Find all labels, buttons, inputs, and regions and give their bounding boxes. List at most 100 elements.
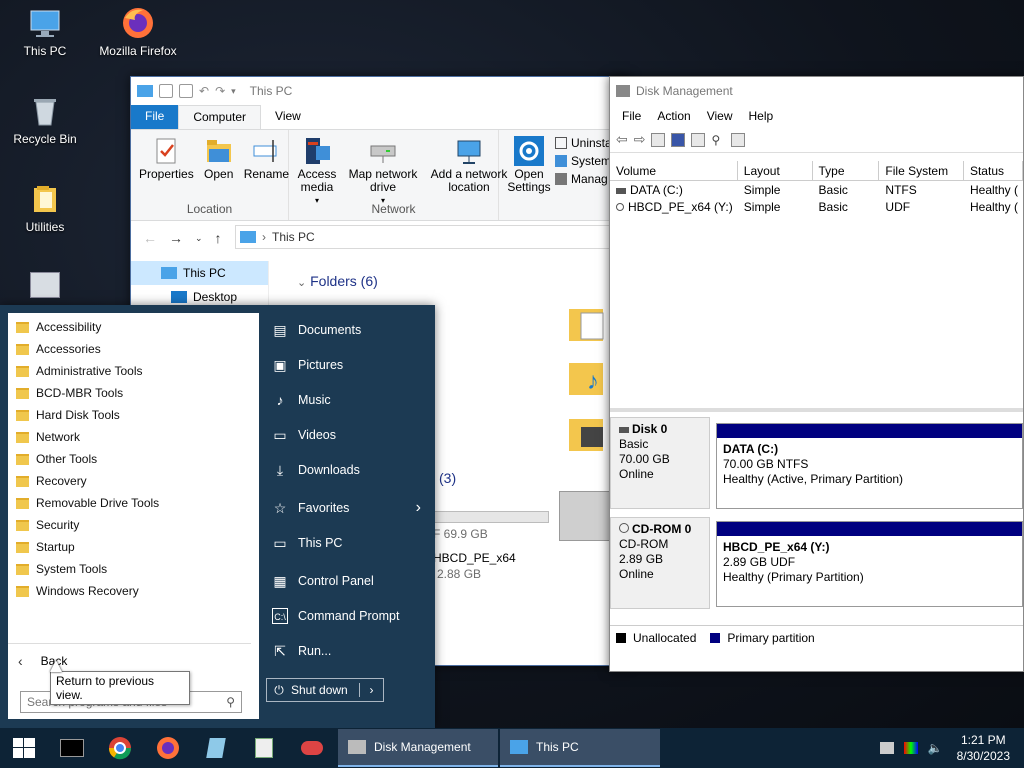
start-item-downloads[interactable]: ⤓ Downloads	[262, 452, 435, 487]
open-button[interactable]: Open	[200, 134, 238, 200]
show-hide-tree-icon[interactable]	[651, 132, 666, 147]
desktop-icon-recycle-bin[interactable]: Recycle Bin	[1, 94, 89, 146]
volume-name: DATA (C:)	[630, 182, 683, 197]
desktop-icon-this-pc[interactable]: This PC	[1, 6, 89, 58]
videos-folder-icon[interactable]	[567, 413, 607, 453]
settings-shortcut-icon[interactable]	[30, 272, 60, 298]
program-folder-item[interactable]: Startup	[8, 536, 259, 558]
dvd-drive-icon[interactable]	[559, 491, 611, 541]
back-arrow-icon[interactable]: ⇦	[616, 131, 628, 148]
taskbar-app-this-pc[interactable]: This PC	[500, 729, 660, 767]
menu-view[interactable]: View	[699, 109, 741, 123]
volume-row[interactable]: HBCD_PE_x64 (Y:) Simple Basic UDF Health…	[610, 198, 1023, 215]
taskbar-notepad-icon[interactable]	[192, 728, 240, 768]
properties-quick-icon[interactable]	[159, 84, 173, 98]
start-item-favorites[interactable]: ☆ Favorites ›	[262, 490, 435, 525]
system-item[interactable]: System	[555, 154, 612, 168]
program-folder-item[interactable]: Accessories	[8, 338, 259, 360]
disk-label[interactable]: CD-ROM 0 CD-ROM 2.89 GB Online	[610, 517, 710, 609]
address-input[interactable]: › This PC	[235, 225, 629, 249]
undo-icon[interactable]: ↶	[199, 84, 209, 98]
program-folder-item[interactable]: Hard Disk Tools	[8, 404, 259, 426]
volume-muted-icon[interactable]: 🔈	[928, 741, 943, 755]
volume-row[interactable]: DATA (C:) Simple Basic NTFS Healthy (	[610, 181, 1023, 198]
taskbar-chrome-icon[interactable]	[96, 728, 144, 768]
taskbar-app-disk-management[interactable]: Disk Management	[338, 729, 498, 767]
disk-label[interactable]: Disk 0 Basic 70.00 GB Online	[610, 417, 710, 509]
rename-button[interactable]: Rename	[240, 134, 293, 200]
access-media-button[interactable]: Access media ▾	[293, 134, 341, 205]
customize-qa-chevron-icon[interactable]: ▾	[231, 86, 236, 97]
column-type[interactable]: Type	[813, 160, 880, 181]
desktop-icon-firefox[interactable]: Mozilla Firefox	[94, 6, 182, 58]
taskbar-editor-icon[interactable]	[240, 728, 288, 768]
recent-chevron-icon[interactable]: ⌄	[195, 233, 203, 244]
program-folder-item[interactable]: Accessibility	[8, 316, 259, 338]
drive-usage-bar	[433, 511, 549, 523]
back-arrow-icon[interactable]: ←	[143, 230, 157, 246]
map-network-drive-button[interactable]: Map network drive ▾	[343, 134, 423, 205]
shutdown-button[interactable]: ⏻ Shut down ›	[266, 678, 384, 702]
column-volume[interactable]: Volume	[610, 160, 738, 181]
tab-view[interactable]: View	[261, 105, 315, 129]
partition-block[interactable]: HBCD_PE_x64 (Y:) 2.89 GB UDF Healthy (Pr…	[716, 521, 1023, 607]
shutdown-options-chevron-icon[interactable]: ›	[359, 683, 383, 697]
start-item-videos[interactable]: ▭ Videos	[262, 417, 435, 452]
start-item-this-pc[interactable]: ▭ This PC	[262, 525, 435, 560]
start-item-run[interactable]: ⇱ Run...	[262, 633, 435, 668]
taskbar-cmd-icon[interactable]	[48, 728, 96, 768]
start-item-pictures[interactable]: ▣ Pictures	[262, 347, 435, 382]
clock[interactable]: 1:21 PM 8/30/2023	[957, 732, 1010, 764]
checklist-icon[interactable]	[731, 132, 746, 147]
column-file-system[interactable]: File System	[879, 160, 964, 181]
taskbar-tool-icon[interactable]	[288, 728, 336, 768]
menu-file[interactable]: File	[614, 109, 649, 123]
color-tray-icon[interactable]	[903, 742, 918, 754]
drive-name[interactable]: HBCD_PE_x64	[433, 551, 516, 565]
taskbar-firefox-icon[interactable]	[144, 728, 192, 768]
start-item-documents[interactable]: ▤ Documents	[262, 312, 435, 347]
nav-item-this-pc[interactable]: This PC	[131, 261, 268, 285]
new-folder-quick-icon[interactable]	[179, 84, 193, 98]
properties-button[interactable]: Properties	[135, 134, 198, 200]
connect-icon[interactable]: ⚲	[711, 133, 725, 147]
program-folder-item[interactable]: Security	[8, 514, 259, 536]
tab-file[interactable]: File	[131, 105, 179, 129]
network-tray-icon[interactable]	[879, 742, 894, 754]
start-button[interactable]	[0, 728, 48, 768]
manage-label: Manag	[571, 172, 608, 186]
manage-item[interactable]: Manag	[555, 172, 612, 186]
program-folder-item[interactable]: System Tools	[8, 558, 259, 580]
column-status[interactable]: Status	[964, 160, 1023, 181]
tab-computer[interactable]: Computer	[178, 105, 262, 129]
partition-block[interactable]: DATA (C:) 70.00 GB NTFS Healthy (Active,…	[716, 423, 1023, 509]
properties-icon[interactable]	[691, 132, 706, 147]
up-arrow-icon[interactable]: ↑	[215, 230, 222, 246]
desktop-icon-utilities[interactable]: Utilities	[1, 182, 89, 234]
program-folder-label: Accessories	[36, 342, 101, 356]
program-folder-item[interactable]: Network	[8, 426, 259, 448]
uninstall-item[interactable]: Uninsta	[555, 136, 612, 150]
column-layout[interactable]: Layout	[738, 160, 813, 181]
start-item-command-prompt[interactable]: C:\ Command Prompt	[262, 598, 435, 633]
menu-help[interactable]: Help	[741, 109, 782, 123]
program-folder-item[interactable]: Windows Recovery	[8, 580, 259, 602]
program-folder-item[interactable]: Other Tools	[8, 448, 259, 470]
explorer-titlebar: ↶ ↷ ▾ This PC	[131, 77, 629, 105]
documents-folder-icon[interactable]	[567, 303, 607, 343]
open-settings-button[interactable]: Open Settings	[503, 134, 555, 200]
forward-arrow-icon[interactable]: →	[169, 230, 183, 246]
program-folder-item[interactable]: Recovery	[8, 470, 259, 492]
forward-arrow-icon[interactable]: ⇨	[634, 131, 646, 148]
splitter[interactable]	[610, 408, 1023, 412]
redo-icon[interactable]: ↷	[215, 84, 225, 98]
start-item-control-panel[interactable]: ▦ Control Panel	[262, 563, 435, 598]
help-icon[interactable]	[671, 132, 686, 147]
start-item-music[interactable]: ♪ Music	[262, 382, 435, 417]
music-folder-icon[interactable]: ♪	[567, 357, 607, 397]
folders-group-header[interactable]: ⌄ Folders (6)	[297, 273, 378, 289]
program-folder-item[interactable]: BCD-MBR Tools	[8, 382, 259, 404]
menu-action[interactable]: Action	[649, 109, 698, 123]
program-folder-item[interactable]: Administrative Tools	[8, 360, 259, 382]
program-folder-item[interactable]: Removable Drive Tools	[8, 492, 259, 514]
